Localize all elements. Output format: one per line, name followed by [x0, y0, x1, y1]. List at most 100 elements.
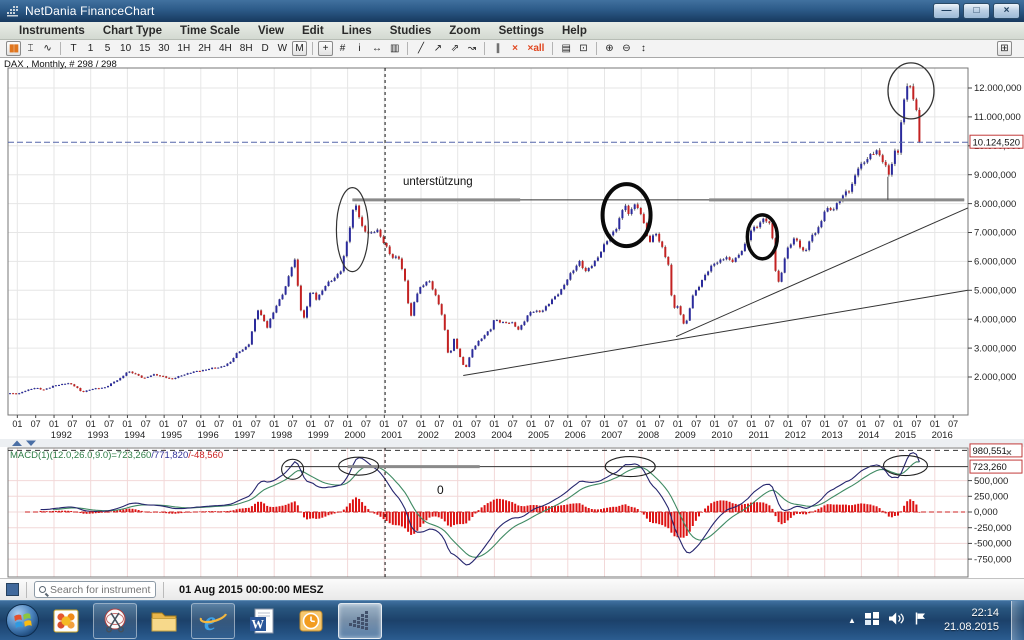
timeframe-tick[interactable]: T [66, 41, 81, 56]
show-desktop-button[interactable] [1011, 601, 1024, 640]
menu-settings[interactable]: Settings [490, 25, 553, 37]
window-titlebar: NetDania FinanceChart — □ × [0, 0, 1024, 22]
timeframe-15[interactable]: 15 [136, 41, 153, 56]
month-axis-label: 07 [544, 419, 554, 429]
maximize-button[interactable]: □ [963, 3, 990, 19]
month-axis-label: 01 [856, 419, 866, 429]
month-axis-label: 07 [31, 419, 41, 429]
zero-text-annotation[interactable]: 0 [437, 483, 444, 497]
grid-icon[interactable]: # [335, 41, 350, 56]
timeframe-1[interactable]: 1 [83, 41, 98, 56]
close-button[interactable]: × [993, 3, 1020, 19]
rising-trendline-2[interactable] [676, 208, 968, 337]
timeframe-1h[interactable]: 1H [174, 41, 193, 56]
month-axis-label: 01 [343, 419, 353, 429]
delete-all-icon[interactable]: ×all [524, 41, 547, 56]
month-axis-label: 07 [691, 419, 701, 429]
taskbar-snipping-tool[interactable] [93, 603, 137, 639]
finance-chart[interactable]: 12.000,00011.000,00010.000,0009.000,0008… [0, 58, 1024, 578]
menu-instruments[interactable]: Instruments [10, 25, 94, 37]
fit-vertical-icon[interactable]: ↕ [636, 41, 651, 56]
action-center-flag-icon[interactable] [913, 611, 928, 631]
month-axis-label: 01 [12, 419, 22, 429]
price-axis-label: 12.000,000 [974, 83, 1022, 94]
menu-zoom[interactable]: Zoom [440, 25, 489, 37]
taskbar-windows-explorer[interactable] [142, 603, 186, 639]
system-tray: ▲ 22:14 21.08.2015 [848, 601, 1024, 640]
timeframe-10[interactable]: 10 [117, 41, 134, 56]
month-axis-label: 07 [728, 419, 738, 429]
taskbar-outlook[interactable] [289, 603, 333, 639]
candlestick-chart-icon[interactable]: ▮▮ [6, 41, 21, 56]
taskbar-internet-explorer[interactable]: e [191, 603, 235, 639]
delete-icon[interactable]: × [507, 41, 522, 56]
month-axis-label: 01 [159, 419, 169, 429]
crosshair-icon[interactable]: + [318, 41, 333, 56]
support-text-annotation[interactable]: unterstützung [403, 176, 473, 188]
timeframe-8h[interactable]: 8H [237, 41, 256, 56]
preview-icon[interactable]: ⊡ [576, 41, 591, 56]
taskbar-word[interactable]: W [240, 603, 284, 639]
timeframe-day[interactable]: D [258, 41, 273, 56]
timeframe-month[interactable]: M [292, 41, 307, 56]
price-axis-label: 8.000,000 [974, 199, 1016, 210]
timeframe-30[interactable]: 30 [155, 41, 172, 56]
zoom-in-icon[interactable]: ⊕ [602, 41, 617, 56]
channel-line-icon[interactable]: ⇗ [447, 41, 462, 56]
menu-help[interactable]: Help [553, 25, 596, 37]
print-icon[interactable]: ▤ [558, 41, 573, 56]
month-axis-label: 01 [783, 419, 793, 429]
month-axis-label: 01 [306, 419, 316, 429]
month-axis-label: 07 [141, 419, 151, 429]
timeframe-5[interactable]: 5 [100, 41, 115, 56]
rising-trendline-1[interactable] [463, 290, 968, 375]
search-box[interactable] [34, 581, 156, 598]
macd-axis-label: -500,000 [974, 539, 1012, 550]
peak-circle-annotation-4[interactable] [888, 63, 934, 119]
volume-icon[interactable]: ▥ [387, 41, 402, 56]
pan-icon[interactable]: ↔ [369, 41, 385, 56]
menu-view[interactable]: View [249, 25, 293, 37]
menu-edit[interactable]: Edit [293, 25, 333, 37]
taskbar-photo-gallery[interactable] [44, 603, 88, 639]
month-axis-label: 01 [379, 419, 389, 429]
volume-tray-icon[interactable] [888, 611, 905, 631]
timeframe-4h[interactable]: 4H [216, 41, 235, 56]
arrow-line-icon[interactable]: ↗ [430, 41, 445, 56]
month-axis-label: 01 [122, 419, 132, 429]
macd-axis-label: -750,000 [974, 554, 1012, 565]
search-input[interactable] [50, 584, 151, 596]
minimize-button[interactable]: — [933, 3, 960, 19]
taskbar-netdania[interactable] [338, 603, 382, 639]
menu-chart-type[interactable]: Chart Type [94, 25, 171, 37]
ray-line-icon[interactable]: ↝ [464, 41, 479, 56]
zoom-out-icon[interactable]: ⊖ [619, 41, 634, 56]
toolbar: ▮▮⌶∿T151015301H2H4H8HDWM+#i↔▥╱↗⇗↝∥××all▤… [0, 40, 1024, 58]
tray-clock[interactable]: 22:14 21.08.2015 [944, 607, 999, 634]
popup-chart-icon[interactable]: ⊞ [997, 41, 1012, 56]
menu-studies[interactable]: Studies [381, 25, 441, 37]
month-axis-label: 07 [875, 419, 885, 429]
timeframe-2h[interactable]: 2H [195, 41, 214, 56]
line-chart-icon[interactable]: ∿ [40, 41, 55, 56]
start-button[interactable] [6, 604, 39, 637]
timeframe-week[interactable]: W [275, 41, 290, 56]
macd-panel-close-icon[interactable]: × [1006, 448, 1012, 459]
hidden-icons-chevron[interactable]: ▲ [848, 616, 856, 625]
menu-bar: InstrumentsChart TypeTime ScaleViewEditL… [0, 22, 1024, 40]
menu-lines[interactable]: Lines [333, 25, 381, 37]
menu-time-scale[interactable]: Time Scale [171, 25, 249, 37]
panel-splitter[interactable] [0, 439, 1024, 447]
macd-value-badge-label: 723,260 [973, 462, 1007, 473]
month-axis-label: 07 [434, 419, 444, 429]
ohlc-bars-icon[interactable]: ⌶ [23, 41, 38, 56]
macd-circle-annotation-4[interactable] [883, 456, 927, 476]
month-axis-label: 01 [673, 419, 683, 429]
parallel-lines-icon[interactable]: ∥ [490, 41, 505, 56]
window-title: NetDania FinanceChart [25, 4, 155, 18]
info-icon[interactable]: i [352, 41, 367, 56]
network-icon[interactable] [864, 611, 880, 631]
month-axis-label: 07 [67, 419, 77, 429]
price-axis-label: 3.000,000 [974, 343, 1016, 354]
trendline-icon[interactable]: ╱ [413, 41, 428, 56]
